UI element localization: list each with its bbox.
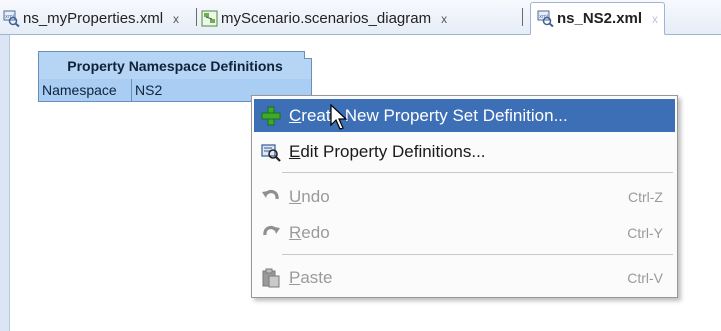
menu-item-edit-property-definitions[interactable]: Edit Property Definitions... bbox=[254, 135, 675, 168]
tab-ns-myproperties[interactable]: xml ns_myProperties.xml x bbox=[3, 4, 179, 33]
tab-label: ns_myProperties.xml bbox=[23, 10, 164, 27]
xml-file-icon: xml bbox=[3, 10, 20, 28]
tab-close-button[interactable]: x bbox=[652, 12, 658, 26]
menu-item-label: Redo bbox=[289, 222, 330, 242]
tab-close-button[interactable]: x bbox=[173, 12, 179, 26]
tab-separator bbox=[196, 8, 197, 26]
editor-left-gutter bbox=[0, 35, 10, 331]
paste-shortcut: Ctrl-V bbox=[627, 269, 663, 286]
context-menu: Create New Property Set Definition... Ed… bbox=[251, 95, 678, 298]
menu-item-label: Edit Property Definitions... bbox=[289, 141, 486, 161]
diagram-file-icon bbox=[201, 10, 218, 27]
xml-file-icon: xml bbox=[537, 10, 554, 28]
menu-item-label: Undo bbox=[289, 186, 330, 206]
tab-label: myScenario.scenarios_diagram bbox=[221, 10, 432, 27]
redo-shortcut: Ctrl-Y bbox=[627, 224, 663, 241]
tab-separator bbox=[522, 8, 523, 26]
undo-icon bbox=[261, 187, 281, 207]
namespace-value-cell[interactable]: NS2 bbox=[132, 79, 162, 101]
tab-ns-ns2-active[interactable]: xml ns_NS2.xml x bbox=[530, 2, 666, 35]
mouse-pointer-icon bbox=[330, 103, 350, 132]
menu-separator bbox=[282, 172, 673, 173]
tab-close-button[interactable]: x bbox=[441, 12, 447, 26]
undo-shortcut: Ctrl-Z bbox=[628, 188, 663, 205]
paste-clipboard-icon bbox=[261, 268, 281, 288]
tab-myscenario-diagram[interactable]: myScenario.scenarios_diagram x bbox=[201, 4, 447, 33]
editor-tab-strip: xml ns_myProperties.xml x myScenario.sce… bbox=[0, 0, 721, 35]
green-plus-icon bbox=[261, 106, 281, 126]
menu-item-label: Paste bbox=[289, 267, 333, 287]
menu-item-redo[interactable]: Redo Ctrl-Y bbox=[254, 216, 675, 249]
tab-label: ns_NS2.xml bbox=[557, 10, 643, 27]
menu-item-paste[interactable]: Paste Ctrl-V bbox=[254, 261, 675, 294]
menu-item-create-property-set[interactable]: Create New Property Set Definition... bbox=[254, 99, 675, 132]
namespace-key-cell: Namespace bbox=[39, 79, 132, 101]
menu-item-undo[interactable]: Undo Ctrl-Z bbox=[254, 180, 675, 213]
namespace-box-title: Property Namespace Definitions bbox=[38, 51, 312, 80]
redo-icon bbox=[261, 223, 281, 243]
folded-corner bbox=[304, 51, 312, 59]
menu-separator bbox=[282, 254, 673, 255]
edit-definitions-icon bbox=[261, 142, 281, 162]
